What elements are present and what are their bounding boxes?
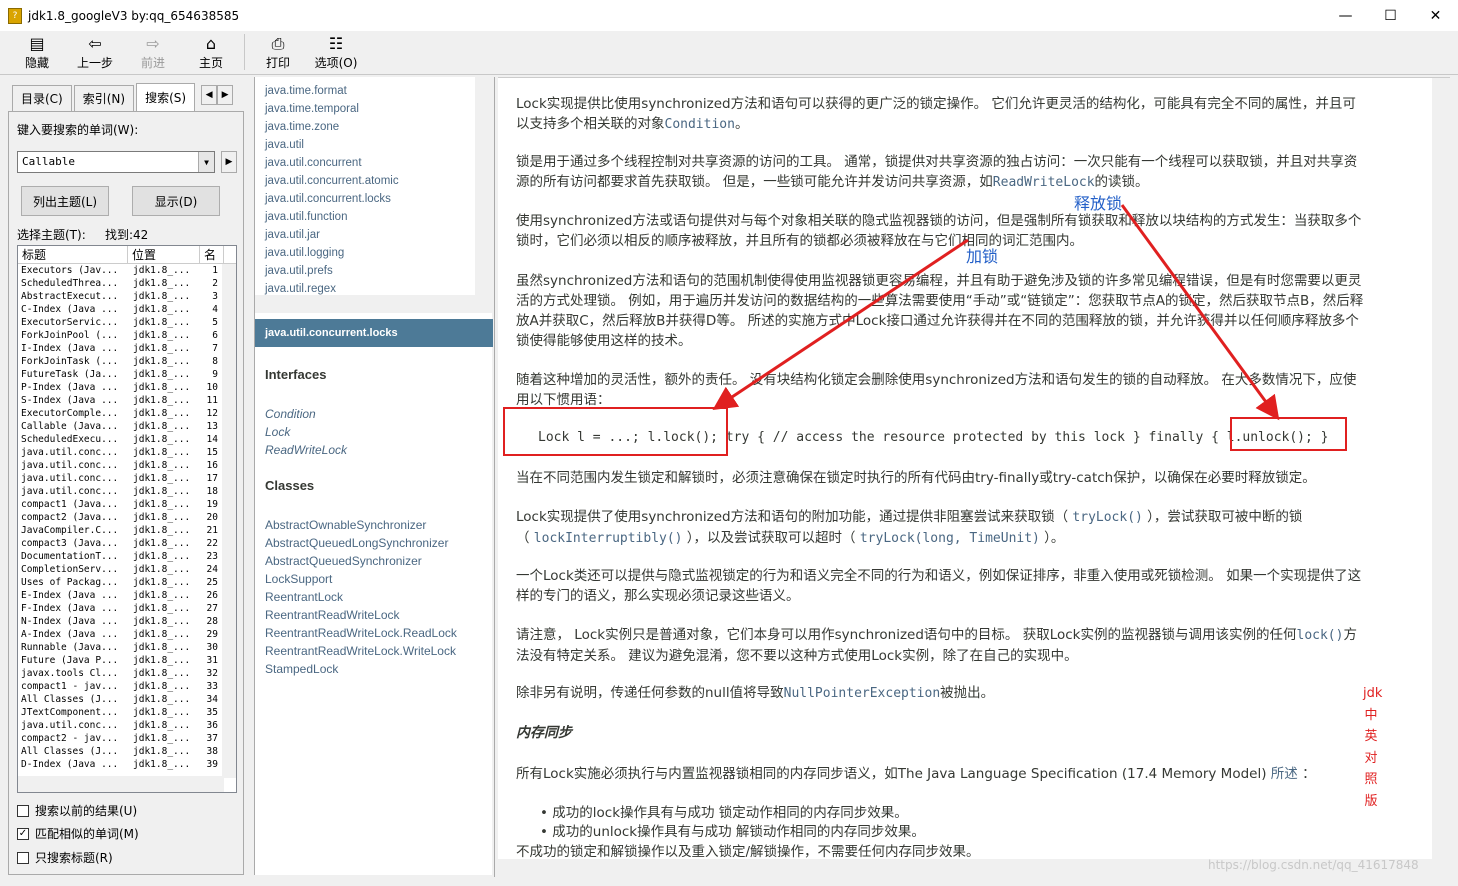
side-annotation-char: jdk	[1363, 686, 1383, 701]
side-annotation-char: 对	[1364, 750, 1378, 766]
watermark: https://blog.csdn.net/qq_41617848	[1208, 858, 1419, 872]
side-annotation-char: 版	[1364, 793, 1378, 809]
annotation-arrows	[712, 204, 1280, 421]
unlock-annotation: 释放锁	[1074, 194, 1123, 213]
side-annotation-char: 英	[1364, 729, 1378, 744]
side-annotation-char: 中	[1364, 707, 1378, 723]
lock-annotation: 加锁	[966, 247, 999, 266]
side-annotation-char: 照	[1364, 772, 1378, 787]
